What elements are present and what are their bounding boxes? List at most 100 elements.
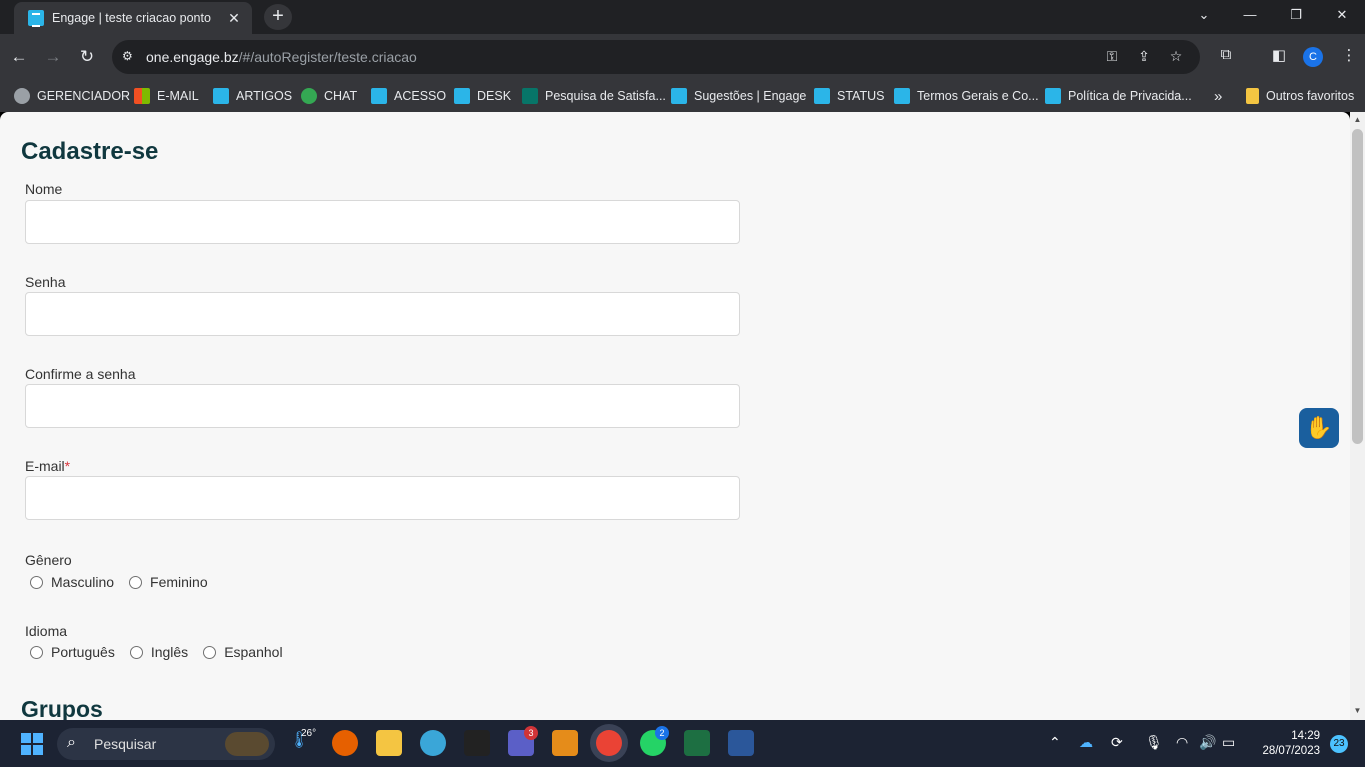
tab-search-icon[interactable]: ⌄ xyxy=(1181,0,1227,30)
notification-badge[interactable]: 23 xyxy=(1330,735,1348,753)
whatsapp-icon[interactable]: 2 xyxy=(640,726,669,756)
new-tab-button[interactable]: + xyxy=(264,4,292,30)
address-bar[interactable]: ⚙ one.engage.bz/#/autoRegister/teste.cri… xyxy=(112,40,1200,74)
tab-title: Engage | teste criacao ponto xyxy=(52,11,211,25)
bookmark-politica[interactable]: Política de Privacida... xyxy=(1045,86,1192,106)
language-espanhol-label[interactable]: Espanhol xyxy=(224,644,282,660)
gender-masculino-radio[interactable] xyxy=(30,575,43,589)
paint-icon[interactable] xyxy=(420,730,446,756)
bookmark-email[interactable]: E-MAIL xyxy=(134,86,199,106)
minimize-button[interactable]: — xyxy=(1227,0,1273,30)
confirm-password-input[interactable] xyxy=(25,384,740,428)
password-input[interactable] xyxy=(25,292,740,336)
bookmark-sugestoes[interactable]: Sugestões | Engage xyxy=(671,86,806,106)
microsoft-icon xyxy=(134,88,150,104)
onedrive-icon[interactable]: ☁ xyxy=(1079,734,1093,751)
folder-icon xyxy=(1246,88,1259,104)
email-input[interactable] xyxy=(25,476,740,520)
site-settings-icon[interactable]: ⚙ xyxy=(122,49,138,65)
menu-kebab-icon[interactable]: ⋮ xyxy=(1338,46,1360,68)
back-arrow-icon[interactable]: ← xyxy=(6,44,32,70)
sign-language-hands-icon: ✋ xyxy=(1305,415,1333,440)
bookmark-chat[interactable]: CHAT xyxy=(301,86,357,106)
maximize-button[interactable]: ❐ xyxy=(1273,0,1319,30)
profile-avatar[interactable]: C xyxy=(1303,47,1323,67)
scroll-down-arrow-icon[interactable]: ▼ xyxy=(1353,706,1362,716)
engage-icon xyxy=(213,88,229,104)
name-input[interactable] xyxy=(25,200,740,244)
sync-icon[interactable]: ⟳ xyxy=(1111,734,1123,751)
windows-start-button[interactable] xyxy=(21,733,43,755)
reload-icon[interactable]: ↻ xyxy=(74,44,100,70)
forms-icon xyxy=(522,88,538,104)
browser-toolbar: ← → ↻ ⚙ one.engage.bz/#/autoRegister/tes… xyxy=(0,34,1365,80)
tab-close-icon[interactable]: ✕ xyxy=(222,10,246,27)
key-icon[interactable]: ⚿ xyxy=(1102,48,1122,66)
bookmark-gerenciador[interactable]: GERENCIADOR xyxy=(14,86,130,106)
teams-badge: 3 xyxy=(524,726,538,740)
scrollbar-thumb[interactable] xyxy=(1352,129,1363,444)
bookmark-status[interactable]: STATUS xyxy=(814,86,884,106)
chevron-up-icon[interactable]: ⌃ xyxy=(1049,734,1061,751)
url-text[interactable]: one.engage.bz/#/autoRegister/teste.criac… xyxy=(146,49,417,65)
engage-icon xyxy=(1045,88,1061,104)
language-ingles-label[interactable]: Inglês xyxy=(151,644,188,660)
bookmark-termos[interactable]: Termos Gerais e Co... xyxy=(894,86,1039,106)
language-ingles-radio[interactable] xyxy=(129,645,143,659)
engage-icon xyxy=(371,88,387,104)
teams-icon[interactable]: 3 xyxy=(508,726,538,756)
wifi-icon[interactable]: ◠ xyxy=(1176,734,1188,751)
search-placeholder: Pesquisar xyxy=(94,736,157,752)
language-radio-group: Português Inglês Espanhol xyxy=(30,644,298,660)
word-icon[interactable] xyxy=(728,730,754,756)
chrome-icon[interactable] xyxy=(596,730,622,756)
firefox-icon[interactable] xyxy=(332,730,358,756)
taskbar-search-box[interactable]: ⌕ Pesquisar xyxy=(57,728,275,760)
language-espanhol-radio[interactable] xyxy=(203,645,217,659)
email-label: E-mail* xyxy=(25,458,71,474)
extensions-icon[interactable]: ⧉ xyxy=(1215,46,1237,68)
system-clock[interactable]: 14:29 28/07/2023 xyxy=(1254,729,1320,759)
bookmark-desk[interactable]: DESK xyxy=(454,86,511,106)
other-bookmarks[interactable]: Outros favoritos xyxy=(1246,86,1354,106)
required-asterisk: * xyxy=(64,458,71,474)
side-panel-icon[interactable]: ◧ xyxy=(1268,46,1290,68)
page-scrollbar[interactable]: ▲ ▼ xyxy=(1350,112,1365,720)
bookmark-artigos[interactable]: ARTIGOS xyxy=(213,86,292,106)
share-icon[interactable]: ⇪ xyxy=(1134,48,1154,66)
gender-feminino-radio[interactable] xyxy=(129,575,143,589)
volume-icon[interactable]: 🔊 xyxy=(1199,734,1216,751)
browser-tab[interactable]: Engage | teste criacao ponto ✕ xyxy=(14,2,252,34)
weather-widget[interactable]: 🌡 26° xyxy=(289,728,316,756)
chat-icon xyxy=(301,88,317,104)
forward-arrow-icon[interactable]: → xyxy=(40,44,66,70)
gender-masculino-label[interactable]: Masculino xyxy=(51,574,114,590)
engage-icon xyxy=(894,88,910,104)
sublime-text-icon[interactable] xyxy=(552,730,578,756)
gender-radio-group: Masculino Feminino xyxy=(30,574,223,590)
bookmark-acesso[interactable]: ACESSO xyxy=(371,86,446,106)
bookmark-pesquisa[interactable]: Pesquisa de Satisfa... xyxy=(522,86,666,106)
confirm-password-label: Confirme a senha xyxy=(25,366,136,382)
deezer-icon[interactable] xyxy=(464,730,490,756)
search-icon: ⌕ xyxy=(67,734,76,751)
excel-icon[interactable] xyxy=(684,730,710,756)
engage-icon xyxy=(454,88,470,104)
file-explorer-icon[interactable] xyxy=(376,730,402,756)
vlibras-accessibility-button[interactable]: ✋ xyxy=(1299,408,1339,448)
language-portugues-label[interactable]: Português xyxy=(51,644,115,660)
gender-feminino-label[interactable]: Feminino xyxy=(150,574,208,590)
globe-icon xyxy=(14,88,30,104)
browser-tab-bar: Engage | teste criacao ponto ✕ + ⌄ — ❐ ✕ xyxy=(0,0,1365,34)
gender-label: Gênero xyxy=(25,552,72,568)
microphone-icon[interactable]: 🎙 xyxy=(1145,734,1163,751)
password-label: Senha xyxy=(25,274,66,290)
star-icon[interactable]: ☆ xyxy=(1166,48,1186,66)
bookmarks-overflow-button[interactable]: » xyxy=(1214,86,1222,106)
close-window-button[interactable]: ✕ xyxy=(1319,0,1365,30)
language-portugues-radio[interactable] xyxy=(30,645,43,659)
battery-icon[interactable]: ▭ xyxy=(1222,734,1235,751)
scroll-up-arrow-icon[interactable]: ▲ xyxy=(1353,115,1362,125)
groups-title: Grupos xyxy=(21,696,103,720)
engage-icon xyxy=(671,88,687,104)
